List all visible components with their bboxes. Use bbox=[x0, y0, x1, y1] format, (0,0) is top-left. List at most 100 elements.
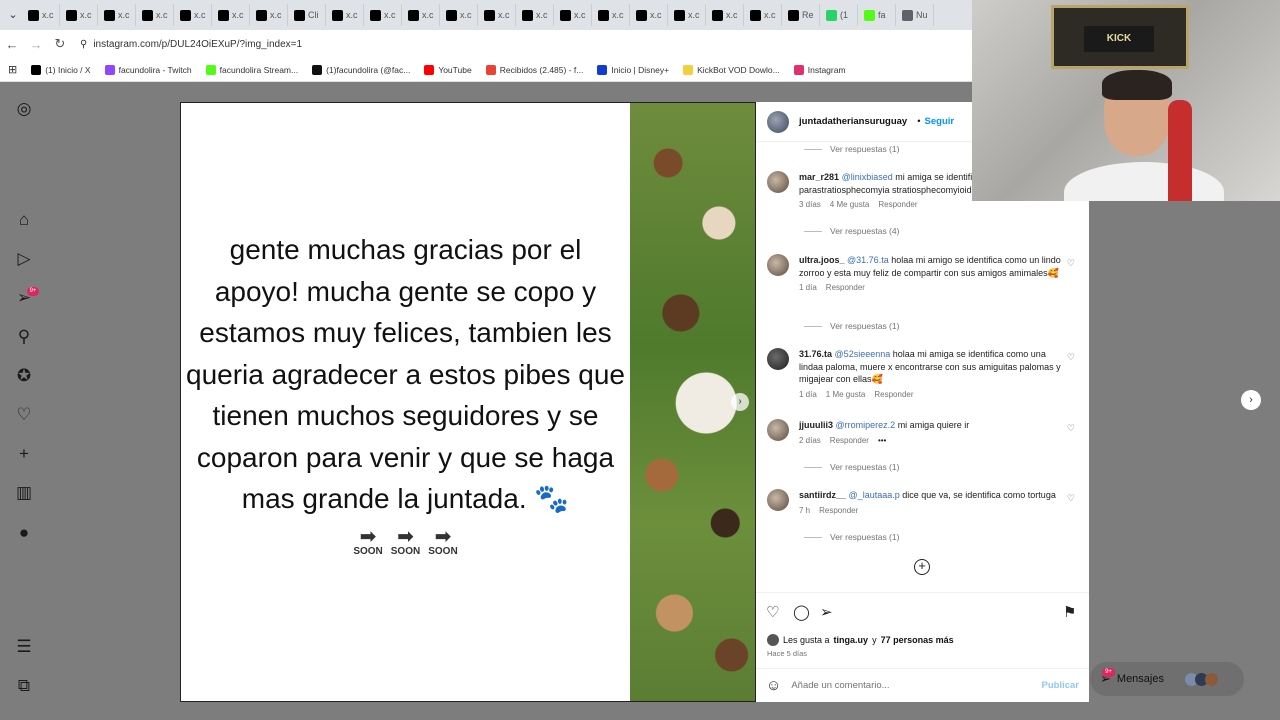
bookmark-item[interactable]: (1) Inicio / X bbox=[31, 64, 91, 75]
next-post-chevron-icon[interactable]: › bbox=[1241, 390, 1261, 410]
dashboard-icon[interactable]: ▥ bbox=[14, 483, 34, 503]
address-bar[interactable]: ⚲ instagram.com/p/DUL24OiEXuP/?img_index… bbox=[80, 39, 302, 50]
bookmark-item[interactable]: Recibidos (2.485) - f... bbox=[485, 64, 583, 75]
tab-20[interactable]: Re bbox=[782, 4, 820, 26]
tab-12[interactable]: x.c bbox=[478, 4, 516, 26]
likes-count[interactable]: 77 personas más bbox=[881, 635, 954, 645]
comment-username[interactable]: jjuuulii3 bbox=[799, 420, 833, 430]
reload-icon[interactable]: ↻ bbox=[48, 36, 72, 52]
emoji-icon[interactable]: ☺ bbox=[766, 677, 781, 694]
comment-username[interactable]: santiirdz__ bbox=[799, 490, 846, 500]
menu-icon[interactable]: ☰ bbox=[14, 637, 34, 657]
comment-like-heart-icon[interactable]: ♡ bbox=[1067, 423, 1075, 434]
tab-2[interactable]: x.c bbox=[98, 4, 136, 26]
heart-icon[interactable]: ♡ bbox=[14, 405, 34, 425]
tab-5[interactable]: x.c bbox=[212, 4, 250, 26]
back-icon[interactable]: ← bbox=[0, 37, 24, 52]
comment-input[interactable]: Añade un comentario... bbox=[791, 680, 889, 691]
also-from-meta-icon[interactable]: ⧉ bbox=[14, 676, 34, 696]
bookmark-item[interactable]: facundolira - Twitch bbox=[104, 64, 192, 75]
tab-6[interactable]: x.c bbox=[250, 4, 288, 26]
search-icon[interactable]: ⚲ bbox=[14, 327, 34, 347]
profile-avatar-icon[interactable]: ● bbox=[14, 523, 34, 543]
tab-21[interactable]: (1 bbox=[820, 4, 858, 26]
more-options-icon[interactable]: ••• bbox=[878, 436, 886, 445]
reply-button[interactable]: Responder bbox=[874, 390, 913, 399]
reply-button[interactable]: Responder bbox=[819, 506, 858, 515]
commenter-avatar[interactable] bbox=[767, 254, 789, 276]
comment-mention[interactable]: @_lautaaa.p bbox=[849, 490, 900, 500]
tab-0[interactable]: x.c bbox=[22, 4, 60, 26]
reels-icon[interactable]: ▷ bbox=[14, 249, 34, 269]
tab-15[interactable]: x.c bbox=[592, 4, 630, 26]
view-replies[interactable]: Ver respuestas (4) bbox=[804, 226, 899, 236]
follow-button[interactable]: Seguir bbox=[925, 116, 955, 127]
create-icon[interactable]: + bbox=[14, 444, 34, 464]
tab-1[interactable]: x.c bbox=[60, 4, 98, 26]
comment-like-heart-icon[interactable]: ♡ bbox=[1067, 493, 1075, 504]
tab-7[interactable]: Cli bbox=[288, 4, 326, 26]
site-info-icon[interactable]: ⚲ bbox=[80, 39, 87, 50]
reply-button[interactable]: Responder bbox=[826, 283, 865, 292]
bookmark-item[interactable]: Instagram bbox=[793, 64, 846, 75]
comment-likes[interactable]: 4 Me gusta bbox=[830, 200, 870, 209]
view-replies[interactable]: Ver respuestas (1) bbox=[804, 462, 899, 472]
tab-16[interactable]: x.c bbox=[630, 4, 668, 26]
tab-10[interactable]: x.c bbox=[402, 4, 440, 26]
comment-mention[interactable]: @linixbiased bbox=[842, 172, 893, 182]
comment-like-heart-icon[interactable]: ♡ bbox=[1067, 258, 1075, 269]
publish-button[interactable]: Publicar bbox=[1042, 680, 1080, 691]
tab-3[interactable]: x.c bbox=[136, 4, 174, 26]
home-icon[interactable]: ⌂ bbox=[14, 210, 34, 230]
comment-likes[interactable]: 1 Me gusta bbox=[826, 390, 866, 399]
tab-22[interactable]: fa bbox=[858, 4, 896, 26]
tab-19[interactable]: x.c bbox=[744, 4, 782, 26]
comment-mention[interactable]: @31.76.ta bbox=[847, 255, 889, 265]
tab-8[interactable]: x.c bbox=[326, 4, 364, 26]
comment-bubble-icon[interactable]: ◯ bbox=[793, 603, 810, 621]
tab-17[interactable]: x.c bbox=[668, 4, 706, 26]
forward-icon[interactable]: → bbox=[24, 37, 48, 52]
comment-username[interactable]: mar_r281 bbox=[799, 172, 839, 182]
tab-11[interactable]: x.c bbox=[440, 4, 478, 26]
reply-button[interactable]: Responder bbox=[830, 436, 869, 445]
load-more-comments-icon[interactable]: + bbox=[914, 559, 930, 575]
messages-button[interactable]: ➢ 9+ Mensajes bbox=[1090, 662, 1244, 696]
comment-mention[interactable]: @52sieeenna bbox=[835, 349, 891, 359]
tab-13[interactable]: x.c bbox=[516, 4, 554, 26]
image-next-chevron-icon[interactable]: › bbox=[731, 393, 749, 411]
comment-username[interactable]: ultra.joos_ bbox=[799, 255, 845, 265]
bookmark-item[interactable]: (1)facundolira (@fac... bbox=[312, 64, 410, 75]
comment-mention[interactable]: @rromiperez.2 bbox=[836, 420, 896, 430]
commenter-avatar[interactable] bbox=[767, 489, 789, 511]
tab-4[interactable]: x.c bbox=[174, 4, 212, 26]
bookmark-item[interactable]: YouTube bbox=[424, 64, 472, 75]
bookmark-item[interactable]: Inicio | Disney+ bbox=[597, 64, 669, 75]
save-bookmark-icon[interactable]: ⚑ bbox=[1063, 603, 1076, 621]
bookmark-item[interactable]: facundolira Stream... bbox=[205, 64, 298, 75]
author-avatar[interactable] bbox=[767, 110, 789, 133]
tab-23[interactable]: Nu bbox=[896, 4, 934, 26]
commenter-avatar[interactable] bbox=[767, 171, 789, 193]
tab-search-chevron-icon[interactable]: ⌄ bbox=[4, 6, 22, 24]
apps-grid-icon[interactable]: ⊞ bbox=[8, 63, 17, 76]
explore-icon[interactable]: ✪ bbox=[14, 366, 34, 386]
view-replies[interactable]: Ver respuestas (1) bbox=[804, 532, 899, 542]
post-image[interactable]: gente muchas gracias por el apoyo! mucha… bbox=[180, 102, 756, 702]
comment-username[interactable]: 31.76.ta bbox=[799, 349, 832, 359]
view-replies[interactable]: Ver respuestas (1) bbox=[804, 144, 899, 154]
tab-9[interactable]: x.c bbox=[364, 4, 402, 26]
like-heart-icon[interactable]: ♡ bbox=[766, 603, 779, 621]
comment-like-heart-icon[interactable]: ♡ bbox=[1067, 352, 1075, 363]
commenter-avatar[interactable] bbox=[767, 348, 789, 370]
liker-username[interactable]: tinga.uy bbox=[834, 635, 869, 645]
liker-avatar[interactable] bbox=[767, 634, 779, 646]
reply-button[interactable]: Responder bbox=[878, 200, 917, 209]
instagram-logo-icon[interactable]: ◎ bbox=[14, 99, 34, 119]
commenter-avatar[interactable] bbox=[767, 419, 789, 441]
view-replies[interactable]: Ver respuestas (1) bbox=[804, 321, 899, 331]
tab-14[interactable]: x.c bbox=[554, 4, 592, 26]
share-send-icon[interactable]: ➢ bbox=[820, 603, 833, 621]
tab-18[interactable]: x.c bbox=[706, 4, 744, 26]
author-username[interactable]: juntadatheriansuruguay bbox=[799, 116, 907, 127]
